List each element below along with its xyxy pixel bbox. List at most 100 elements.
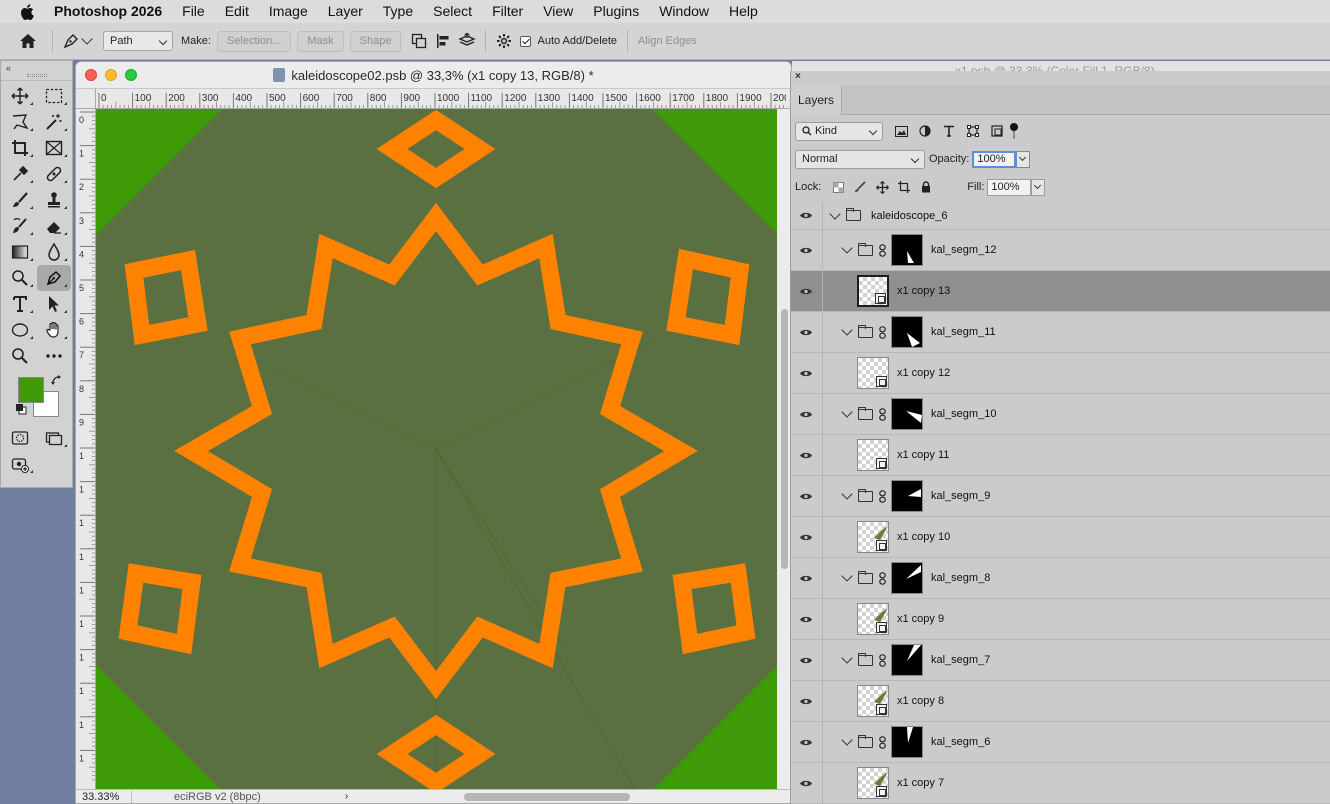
layer-thumbnail[interactable] [857, 685, 889, 717]
align-edges-label[interactable]: Align Edges [638, 35, 697, 47]
link-icon[interactable] [877, 653, 887, 667]
visibility-eye-icon[interactable] [791, 779, 821, 788]
edit-toolbar-icon[interactable] [3, 451, 37, 477]
layer-row-smart-object[interactable]: x1 copy 9 [791, 599, 1330, 640]
chevron-down-icon[interactable] [81, 33, 93, 45]
collapse-icon[interactable]: « [6, 63, 11, 73]
link-icon[interactable] [877, 325, 887, 339]
kind-filter-select[interactable]: Kind [795, 121, 883, 141]
layer-row-smart-object[interactable]: x1 copy 11 [791, 435, 1330, 476]
vertical-scroll-thumb[interactable] [781, 309, 788, 569]
layer-row-smart-object[interactable]: x1 copy 12 [791, 353, 1330, 394]
layer-row-smart-object[interactable]: x1 copy 13 [791, 271, 1330, 312]
visibility-eye-icon[interactable] [791, 656, 821, 665]
layer-thumbnail[interactable] [857, 439, 889, 471]
layer-thumbnail[interactable] [857, 357, 889, 389]
lock-transparent-pixels-icon[interactable] [827, 181, 849, 193]
layer-mask-thumbnail[interactable] [891, 726, 923, 758]
visibility-eye-icon[interactable] [791, 246, 821, 255]
layer-thumbnail[interactable] [857, 521, 889, 553]
layer-row-group-root[interactable]: kaleidoscope_6 [791, 202, 1330, 230]
lock-artboard-icon[interactable] [893, 181, 915, 193]
gradient-tool-icon[interactable] [3, 239, 37, 265]
menu-view[interactable]: View [533, 0, 583, 23]
lock-position-icon[interactable] [871, 180, 893, 194]
menu-filter[interactable]: Filter [482, 0, 533, 23]
visibility-eye-icon[interactable] [791, 738, 821, 747]
pen-tool-icon[interactable] [37, 265, 71, 291]
layer-mask-thumbnail[interactable] [891, 480, 923, 512]
expand-chevron-icon[interactable] [841, 406, 853, 418]
menu-type[interactable]: Type [373, 0, 423, 23]
eraser-tool-icon[interactable] [37, 213, 71, 239]
visibility-eye-icon[interactable] [791, 533, 821, 542]
opacity-dropdown[interactable] [1016, 150, 1031, 168]
lasso-tool-icon[interactable] [3, 109, 37, 135]
expand-chevron-icon[interactable] [841, 652, 853, 664]
tab-layers[interactable]: Layers [791, 85, 842, 115]
layer-mask-thumbnail[interactable] [891, 316, 923, 348]
ruler-origin[interactable] [76, 89, 96, 109]
history-brush-tool-icon[interactable] [3, 213, 37, 239]
visibility-eye-icon[interactable] [791, 492, 821, 501]
default-colors-icon[interactable] [15, 403, 27, 418]
selection-button[interactable]: Selection... [216, 30, 292, 52]
chevron-right-icon[interactable]: › [345, 791, 348, 802]
zoom-window-icon[interactable] [125, 69, 137, 81]
document-title-bar[interactable]: kaleidoscope02.psb @ 33,3% (x1 copy 13, … [76, 62, 791, 89]
auto-add-delete-checkbox[interactable] [520, 35, 532, 47]
layer-mask-thumbnail[interactable] [891, 234, 923, 266]
shape-button[interactable]: Shape [349, 30, 402, 52]
zoom-tool-icon[interactable] [3, 343, 37, 369]
layer-row-group[interactable]: kal_segm_9 [791, 476, 1330, 517]
app-name-menu[interactable]: Photoshop 2026 [54, 0, 172, 23]
menu-file[interactable]: File [172, 0, 215, 23]
layer-thumbnail[interactable] [857, 603, 889, 635]
home-icon[interactable] [16, 29, 40, 53]
visibility-eye-icon[interactable] [791, 697, 821, 706]
horizontal-ruler[interactable]: 0 100 200 300 400 500 600 700 800 900 1000 1100 1200… [96, 89, 791, 109]
layer-row-group[interactable]: kal_segm_11 [791, 312, 1330, 353]
pen-mode-select[interactable]: Path [103, 31, 173, 51]
layer-mask-thumbnail[interactable] [891, 644, 923, 676]
expand-chevron-icon[interactable] [841, 242, 853, 254]
zoom-level[interactable]: 33.33% [76, 790, 132, 803]
path-operations-icon[interactable] [407, 29, 431, 53]
quick-mask-icon[interactable] [3, 425, 37, 451]
link-icon[interactable] [877, 489, 887, 503]
gear-icon[interactable] [492, 29, 516, 53]
vertical-scrollbar[interactable] [777, 109, 791, 789]
menu-edit[interactable]: Edit [215, 0, 259, 23]
layer-row-smart-object[interactable]: x1 copy 7 [791, 763, 1330, 804]
tools-panel-header[interactable]: « [1, 61, 72, 81]
healing-brush-tool-icon[interactable] [37, 161, 71, 187]
canvas[interactable] [96, 109, 778, 791]
visibility-eye-icon[interactable] [791, 451, 821, 460]
horizontal-scroll-thumb[interactable] [464, 793, 630, 801]
clone-stamp-tool-icon[interactable] [37, 187, 71, 213]
close-panel-icon[interactable]: × [795, 71, 801, 82]
layer-row-group[interactable]: kal_segm_7 [791, 640, 1330, 681]
layer-row-group[interactable]: kal_segm_12 [791, 230, 1330, 271]
foreground-color-swatch[interactable] [18, 377, 44, 403]
more-tools-icon[interactable] [37, 343, 71, 369]
eyedropper-tool-icon[interactable] [3, 161, 37, 187]
layer-thumbnail[interactable] [857, 275, 889, 307]
menu-layer[interactable]: Layer [318, 0, 373, 23]
hand-tool-icon[interactable] [37, 317, 71, 343]
link-icon[interactable] [877, 571, 887, 585]
frame-tool-icon[interactable] [37, 135, 71, 161]
layer-mask-thumbnail[interactable] [891, 562, 923, 594]
move-tool-icon[interactable] [3, 83, 37, 109]
type-tool-icon[interactable] [3, 291, 37, 317]
visibility-eye-icon[interactable] [791, 287, 821, 296]
layer-row-group[interactable]: kal_segm_8 [791, 558, 1330, 599]
menu-window[interactable]: Window [649, 0, 719, 23]
mask-button[interactable]: Mask [297, 30, 344, 52]
visibility-eye-icon[interactable] [791, 369, 821, 378]
layer-row-smart-object[interactable]: x1 copy 10 [791, 517, 1330, 558]
minimize-window-icon[interactable] [105, 69, 117, 81]
menu-plugins[interactable]: Plugins [583, 0, 649, 23]
pixel-layer-filter-icon[interactable] [889, 125, 913, 137]
layer-row-group[interactable]: kal_segm_6 [791, 722, 1330, 763]
